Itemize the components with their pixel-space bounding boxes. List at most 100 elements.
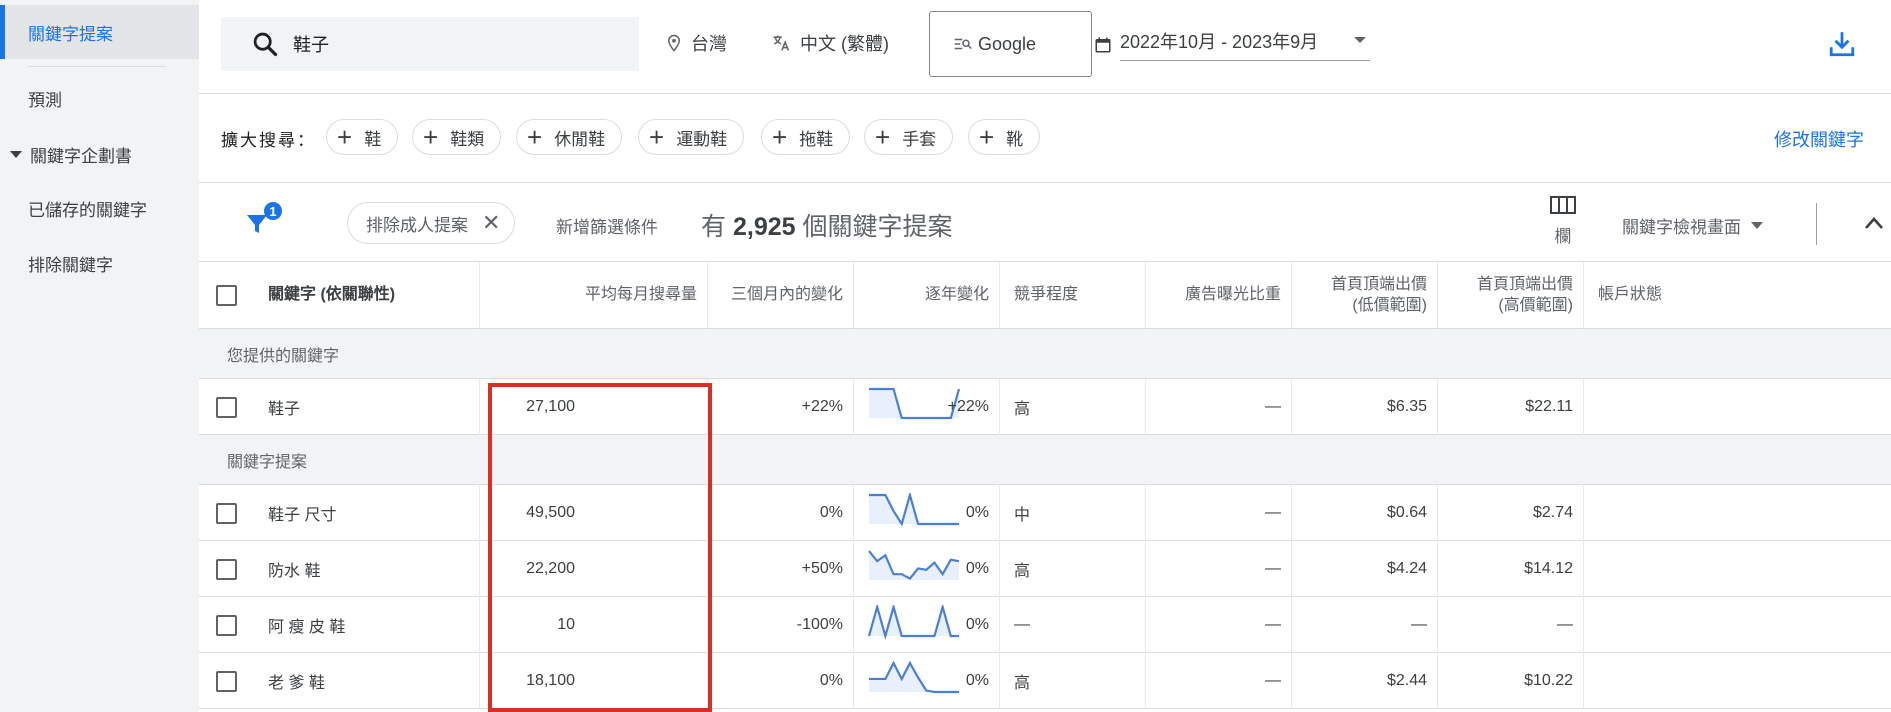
bid-low-cell: $0.64 [1292,485,1438,541]
filter-button[interactable]: 1 [245,201,285,246]
bid-high-line1: 首頁頂端出價 [1476,275,1573,293]
keyword-view-selector[interactable]: 關鍵字檢視畫面 [1622,213,1763,238]
avg-monthly-value: 10 [557,616,575,633]
date-range-label: 2022年10月 - 2023年9月 [1120,32,1319,52]
date-range-selector[interactable]: 2022年10月 - 2023年9月 [1094,28,1370,61]
plus-icon: + [772,122,788,152]
broaden-chip[interactable]: + 休閒鞋 [516,119,623,155]
plus-icon: + [979,122,995,152]
sidebar-item-label: 關鍵字提案 [28,24,113,44]
row-checkbox-cell [199,485,254,541]
bid-high-cell: $22.11 [1438,379,1584,435]
competition-cell: — [1000,597,1146,653]
three-month-cell: +50% [708,541,854,597]
keyword-count: 有 2,925 個關鍵字提案 [701,207,953,243]
search-input[interactable]: 鞋子 [221,17,639,71]
sidebar-divider [28,66,166,67]
impression-share-cell: — [1146,485,1292,541]
bid-high-cell: $14.12 [1438,541,1584,597]
search-network-label: Google [978,33,1037,54]
impression-share-cell: — [1146,541,1292,597]
account-status-cell [1584,485,1891,541]
search-network-selector[interactable]: Google [929,11,1092,77]
sidebar-item-label: 排除關鍵字 [28,255,113,275]
table-row[interactable]: 鞋子 尺寸 49,500 0% 0% 中 — $0.64 $2.74 [199,485,1891,541]
avg-monthly-value: 27,100 [526,398,575,415]
location-label: 台灣 [691,34,727,54]
filter-chip-label: 排除成人提案 [366,215,468,235]
row-checkbox[interactable] [216,558,237,580]
sidebar-item-negative-keywords[interactable]: 排除關鍵字 [0,236,199,290]
download-button[interactable] [1829,30,1855,63]
chip-label: 運動鞋 [676,129,728,149]
broaden-chip[interactable]: + 運動鞋 [638,119,745,155]
col-header-competition[interactable]: 競爭程度 [1000,262,1146,329]
broaden-chip[interactable]: + 靴 [968,119,1041,155]
sidebar-item-keyword-ideas[interactable]: 關鍵字提案 [0,5,199,59]
yoy-cell: 0% [854,485,1000,541]
chip-label: 手套 [902,129,937,149]
col-header-yoy[interactable]: 逐年變化 [854,262,1000,329]
plus-icon: + [423,122,439,152]
sidebar-item-keyword-plans[interactable]: 關鍵字企劃書 [0,127,199,181]
table-row[interactable]: 防水 鞋 22,200 +50% 0% 高 — $4.24 $14.12 [199,541,1891,597]
columns-icon [1550,196,1576,214]
sidebar: 關鍵字提案 預測 關鍵字企劃書 已儲存的關鍵字 排除關鍵字 [0,0,199,712]
broaden-search-label: 擴大搜尋： [221,131,316,150]
three-month-cell: +22% [708,379,854,435]
table-row[interactable]: 鞋子 27,100 +22% +22% 高 — $6.35 $22.11 [199,379,1891,435]
chip-label: 鞋類 [450,129,485,149]
filter-count-badge: 1 [269,204,276,219]
col-header-impression-share[interactable]: 廣告曝光比重 [1146,262,1292,329]
col-header-avg-monthly[interactable]: 平均每月搜尋量 [480,262,708,329]
columns-button[interactable]: 欄 [1550,195,1576,247]
keyword-cell: 鞋子 [254,379,480,435]
avg-monthly-cell: 27,100 [480,379,960,435]
download-icon [1829,32,1855,57]
chip-label: 靴 [1006,129,1024,149]
section-header-ideas: 關鍵字提案 [199,435,1891,485]
chevron-up-icon [1865,217,1883,229]
impression-share-cell: — [1146,653,1292,709]
avg-monthly-value: 18,100 [526,672,575,689]
row-checkbox[interactable] [216,614,237,636]
table-row[interactable]: 阿 瘦 皮 鞋 10 -100% 0% — — — — [199,597,1891,653]
broaden-search-bar: 擴大搜尋： + 鞋 + 鞋類 + 休閒鞋 + 運動鞋 + 拖鞋 + 手套 + 靴 修改關鍵字 [199,95,1891,183]
competition-cell: 高 [1000,379,1146,435]
three-month-cell: -100% [708,597,854,653]
col-header-bid-high[interactable]: 首頁頂端出價 (高價範圍) [1438,262,1584,329]
location-selector[interactable]: 台灣 [665,30,727,56]
col-header-bid-low[interactable]: 首頁頂端出價 (低價範圍) [1292,262,1438,329]
keyword-cell: 防水 鞋 [254,541,480,597]
col-header-three-month[interactable]: 三個月內的變化 [708,262,854,329]
modify-keywords-link[interactable]: 修改關鍵字 [1774,126,1864,152]
select-all-checkbox[interactable] [216,285,237,306]
row-checkbox[interactable] [216,396,237,418]
three-month-cell: 0% [708,485,854,541]
sidebar-item-saved-keywords[interactable]: 已儲存的關鍵字 [0,181,199,235]
account-status-cell [1584,541,1891,597]
broaden-chip[interactable]: + 鞋類 [412,119,502,155]
avg-monthly-value: 22,200 [526,560,575,577]
search-icon [253,32,278,57]
table-row[interactable]: 老 爹 鞋 18,100 0% 0% 高 — $2.44 $10.22 [199,653,1891,709]
collapse-button[interactable] [1864,215,1884,235]
row-checkbox-cell [199,597,254,653]
broaden-chip[interactable]: + 鞋 [326,119,399,155]
plus-icon: + [875,122,891,152]
col-header-account-status[interactable]: 帳戶狀態 [1584,262,1891,329]
broaden-chip[interactable]: + 拖鞋 [761,119,851,155]
sidebar-item-label: 預測 [28,90,62,110]
row-checkbox[interactable] [216,670,237,692]
divider [1816,203,1817,245]
row-checkbox[interactable] [216,502,237,524]
broaden-chip[interactable]: + 手套 [864,119,954,155]
impression-share-cell: — [1146,597,1292,653]
language-selector[interactable]: 中文 (繁體) [770,30,889,56]
sidebar-item-forecast[interactable]: 預測 [0,71,199,125]
col-header-keyword[interactable]: 關鍵字 (依關聯性) [254,262,480,329]
close-icon[interactable]: ✕ [482,210,500,236]
bid-low-line2: (低價範圍) [1352,296,1427,314]
add-filter-button[interactable]: 新增篩選條件 [556,213,658,238]
exclude-adult-filter-chip[interactable]: 排除成人提案 ✕ [347,202,516,244]
